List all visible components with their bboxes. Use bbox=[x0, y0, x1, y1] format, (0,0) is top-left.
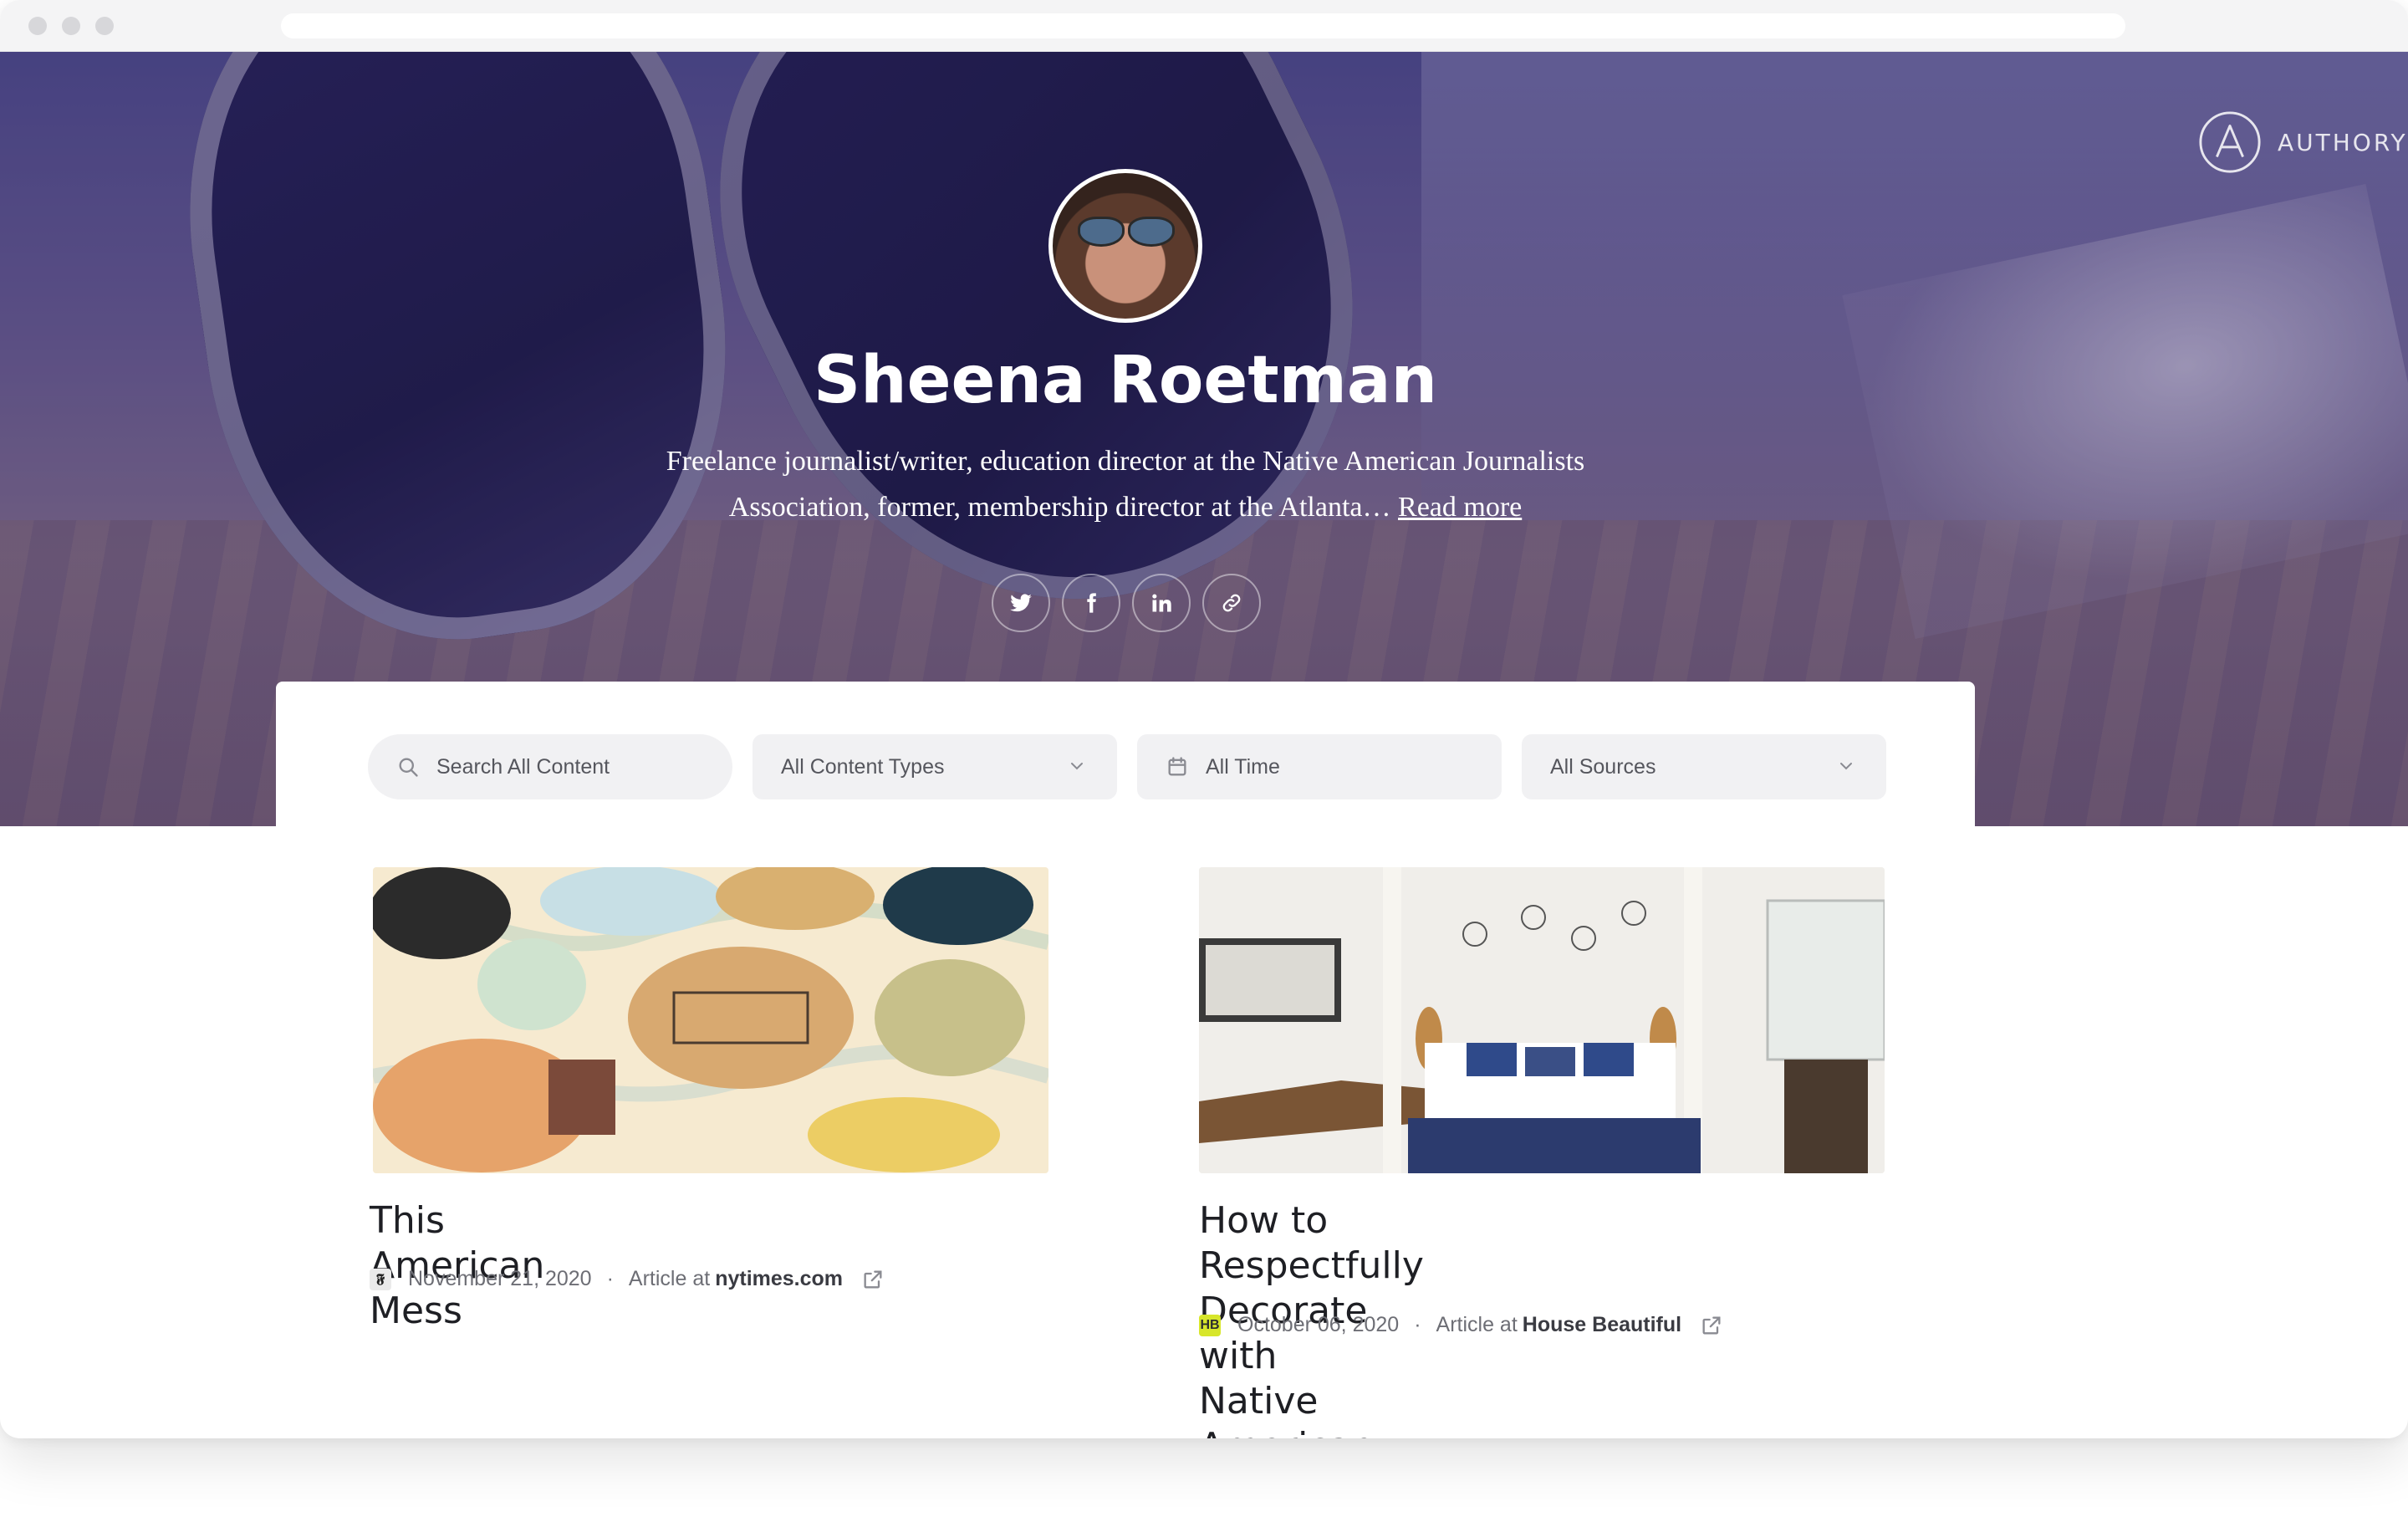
authory-logo-icon bbox=[2199, 111, 2261, 173]
linkedin-icon bbox=[1152, 594, 1171, 612]
authory-brand[interactable]: AUTHORY bbox=[2197, 109, 2408, 176]
profile-name: Sheena Roetman bbox=[813, 343, 1438, 418]
calendar-icon bbox=[1168, 757, 1186, 776]
browser-window: AUTHORY Sheena Roetman Freelance journal… bbox=[0, 0, 2408, 1438]
avatar-sunglasses bbox=[1073, 217, 1178, 247]
authory-wordmark: AUTHORY bbox=[2278, 128, 2408, 156]
search-placeholder: Search All Content bbox=[436, 754, 610, 779]
chevron-down-icon bbox=[1840, 763, 1852, 770]
chevron-down-icon bbox=[1071, 763, 1083, 770]
profile-bio: Freelance journalist/writer, education d… bbox=[585, 438, 1666, 530]
link-icon bbox=[1222, 594, 1241, 612]
browser-titlebar bbox=[0, 0, 2408, 52]
search-input[interactable]: Search All Content bbox=[368, 734, 732, 799]
twitter-button[interactable] bbox=[992, 574, 1050, 632]
article-title-line-2[interactable]: Native American Decor bbox=[1199, 1379, 1424, 1438]
article-date: October 06, 2020 bbox=[1237, 1313, 1400, 1336]
search-icon bbox=[399, 758, 418, 777]
sources-value: All Sources bbox=[1550, 754, 1656, 779]
window-minimize-dot[interactable] bbox=[62, 17, 80, 35]
content-types-dropdown[interactable]: All Content Types bbox=[752, 734, 1117, 799]
linkedin-button[interactable] bbox=[1132, 574, 1191, 632]
time-range-value: All Time bbox=[1206, 754, 1280, 779]
twitter-icon bbox=[1010, 594, 1032, 612]
time-range-picker[interactable]: All Time bbox=[1137, 734, 1502, 799]
article-thumbnail-bedroom[interactable] bbox=[1199, 867, 1885, 1173]
filter-panel: Search All Content All Content Types All… bbox=[276, 682, 1975, 828]
article-meta: HB October 06, 2020 · Article at House B… bbox=[1199, 1313, 1723, 1337]
article-meta: 𝕱 November 21, 2020 · Article at nytimes… bbox=[370, 1267, 885, 1291]
facebook-button[interactable] bbox=[1062, 574, 1120, 632]
external-link-icon[interactable] bbox=[861, 1268, 885, 1291]
window-close-dot[interactable] bbox=[28, 17, 47, 35]
profile-avatar bbox=[1048, 169, 1202, 323]
article-source-link[interactable]: nytimes.com bbox=[715, 1267, 843, 1291]
read-more-link[interactable]: Read more bbox=[1398, 492, 1522, 523]
content-types-value: All Content Types bbox=[781, 754, 945, 779]
article-source-link[interactable]: House Beautiful bbox=[1523, 1313, 1681, 1337]
article-thumbnail-illustration[interactable] bbox=[373, 867, 1048, 1173]
address-bar[interactable] bbox=[281, 13, 2125, 38]
social-links bbox=[992, 574, 1261, 634]
article-title-line-1[interactable]: How to Respectfully Decorate with bbox=[1199, 1198, 1424, 1379]
article-type: Article at bbox=[1436, 1313, 1518, 1336]
window-maximize-dot[interactable] bbox=[95, 17, 114, 35]
nytimes-favicon-icon: 𝕱 bbox=[370, 1268, 391, 1290]
article-type: Article at bbox=[628, 1267, 711, 1290]
sources-dropdown[interactable]: All Sources bbox=[1522, 734, 1886, 799]
facebook-icon bbox=[1087, 593, 1096, 613]
website-link-button[interactable] bbox=[1202, 574, 1261, 632]
bio-line-1: Freelance journalist/writer, education d… bbox=[666, 446, 1585, 477]
article-date: November 21, 2020 bbox=[408, 1267, 592, 1290]
bio-line-2: Association, former, membership director… bbox=[728, 492, 1391, 523]
meta-separator: · bbox=[606, 1267, 614, 1290]
meta-separator: · bbox=[1414, 1313, 1421, 1336]
house-beautiful-favicon-icon: HB bbox=[1199, 1314, 1221, 1336]
article-title[interactable]: This American Mess bbox=[370, 1198, 544, 1334]
external-link-icon[interactable] bbox=[1700, 1314, 1723, 1337]
